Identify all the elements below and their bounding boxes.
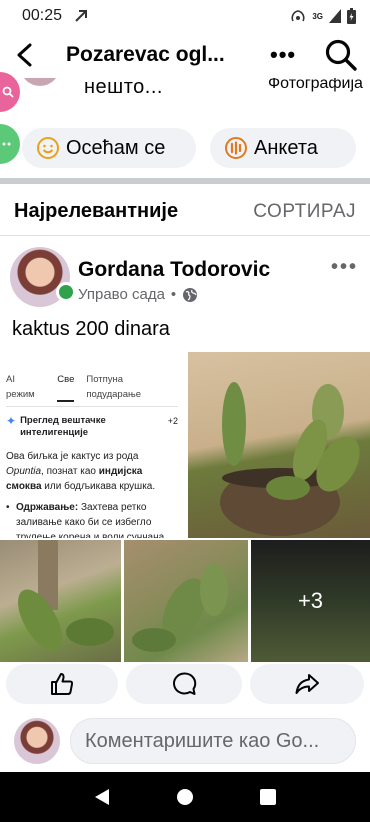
battery-icon [347, 8, 356, 24]
post-author[interactable]: Gordana Todorovic [78, 258, 270, 282]
more-options-icon[interactable]: ••• [270, 42, 296, 68]
group-title[interactable]: Pozarevac ogl... [66, 43, 254, 67]
back-arrow-icon[interactable] [14, 42, 36, 68]
feeling-button[interactable]: Осећам се [22, 128, 196, 168]
ai-tab: AI режим [6, 374, 35, 400]
poll-button[interactable]: Анкета [210, 128, 356, 168]
photo-more[interactable]: +3 [251, 540, 370, 662]
cactus-illustration [132, 564, 228, 652]
ai-tab: Потпуна подударање [86, 374, 141, 400]
avatar [14, 718, 60, 764]
sort-button[interactable]: СОРТИРАЈ [253, 201, 356, 223]
more-photos-count: +3 [297, 588, 324, 613]
status-time: 00:25 [22, 7, 63, 24]
share-icon [295, 674, 319, 694]
meta-separator: • [170, 286, 177, 303]
post-options-icon[interactable]: ••• [331, 256, 358, 279]
ai-sources-badge: +2 [167, 416, 178, 426]
search-icon[interactable] [324, 38, 358, 72]
thumbs-up-icon [51, 673, 74, 695]
ai-text: или бодљикава крушка. [41, 481, 156, 492]
ai-text: Ова биљка је кактус из рода [6, 451, 139, 462]
smiley-icon [37, 137, 59, 159]
like-button[interactable] [6, 664, 118, 704]
cactus-illustration [220, 382, 360, 536]
ai-body: Ова биљка је кактус из рода Opuntia, поз… [6, 449, 178, 494]
globe-icon [183, 287, 198, 302]
more-photos-overlay[interactable]: +3 [251, 540, 370, 662]
avatar [20, 78, 60, 86]
post-time[interactable]: Управо сада [78, 286, 165, 303]
ai-tab: Све [57, 372, 75, 402]
section-divider [0, 178, 370, 184]
ai-tabs: AI режим Све Потпуна подударање [6, 372, 178, 407]
photo-cactus-ground-2[interactable] [124, 540, 248, 662]
ai-text: Opuntia [6, 466, 42, 477]
poll-label: Анкета [254, 136, 318, 159]
post-actions [0, 664, 370, 706]
photo-button-label[interactable]: Фотографија [268, 78, 363, 94]
recents-nav-icon[interactable] [259, 788, 277, 806]
ai-bullet-label: Одржавање: [16, 502, 79, 513]
post-header: Gordana Todorovic Управо сада • ••• [0, 244, 370, 312]
back-nav-icon[interactable] [93, 788, 111, 806]
ai-bullet: Одржавање: Захтева ретко заливање како б… [6, 500, 178, 538]
comment-button[interactable] [126, 664, 242, 704]
app-header: Pozarevac ogl... ••• [0, 32, 370, 78]
composer-chips: Осећам се Анкета [0, 128, 370, 172]
sparkle-icon: ✦ [6, 414, 17, 428]
share-button[interactable] [250, 664, 364, 704]
system-nav-bar [0, 772, 370, 822]
online-status-dot [56, 282, 76, 302]
comment-icon [173, 672, 197, 695]
ai-text: , познат као [41, 466, 99, 477]
photo-ai-screenshot[interactable]: AI режим Све Потпуна подударање ✦ Прегле… [0, 352, 186, 538]
photo-cactus-ground-1[interactable] [0, 540, 121, 662]
most-relevant-label: Најрелевантније [14, 200, 179, 222]
ai-overview-label: Преглед вештачке интелигенције [20, 415, 106, 438]
composer-placeholder[interactable]: нешто... [84, 78, 163, 99]
post-media-grid: AI режим Све Потпуна подударање ✦ Прегле… [0, 352, 370, 662]
signal-icon [329, 9, 341, 23]
network-type: 3G [312, 11, 323, 21]
post-composer[interactable]: нешто... Фотографија [0, 78, 370, 118]
photo-cactus-pot[interactable] [188, 352, 370, 538]
poll-icon [225, 137, 247, 159]
notification-icon [75, 10, 88, 22]
hotspot-icon [291, 10, 305, 22]
comment-input[interactable]: Коментаришите као Go... [70, 718, 356, 764]
post-text: kaktus 200 dinara [12, 318, 170, 340]
cactus-illustration [18, 540, 114, 651]
sort-bar: Најрелевантније СОРТИРАЈ [0, 188, 370, 236]
feeling-label: Осећам се [66, 136, 166, 159]
comment-composer: Коментаришите као Go... [0, 714, 370, 770]
post-meta: Управо сада • [78, 286, 198, 303]
status-bar: 00:25 3G [0, 0, 370, 32]
ai-overview-title: ✦ Преглед вештачке интелигенције +2 [6, 415, 178, 439]
search-icon [2, 86, 14, 98]
home-nav-icon[interactable] [176, 788, 194, 806]
